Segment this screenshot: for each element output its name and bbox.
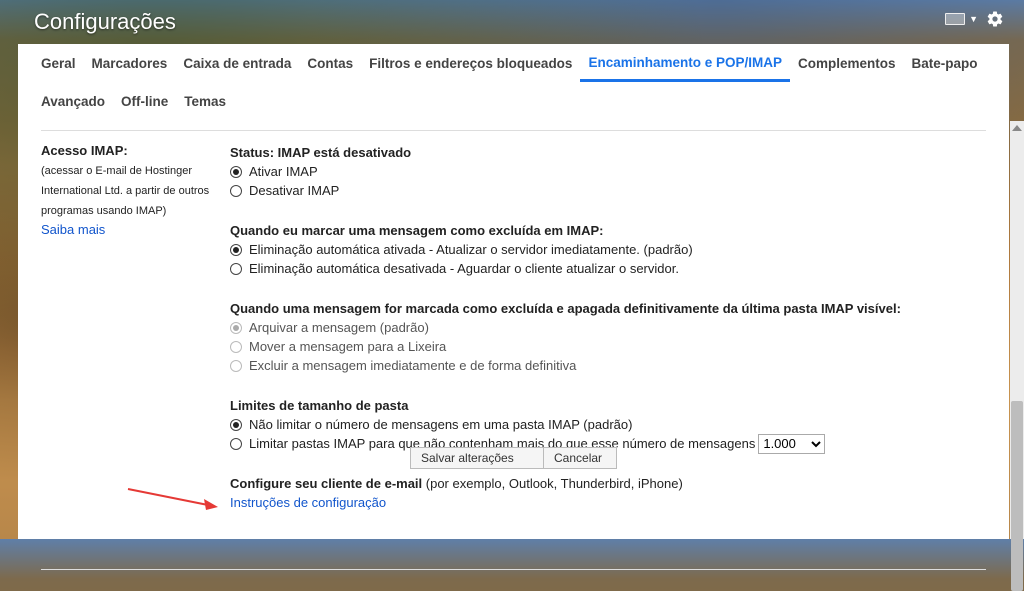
archive-label: Arquivar a mensagem (padrão) xyxy=(249,320,429,335)
learn-more-link[interactable]: Saiba mais xyxy=(41,221,236,238)
trash-label: Mover a mensagem para a Lixeira xyxy=(249,339,447,354)
folder-limits-title: Limites de tamanho de pasta xyxy=(230,398,409,413)
client-config-title: Configure seu cliente de e-mail xyxy=(230,476,423,491)
auto-expunge-off-label: Eliminação automática desativada - Aguar… xyxy=(249,261,679,276)
limit-radio[interactable] xyxy=(230,437,242,450)
imap-access-label: Acesso IMAP: xyxy=(41,143,128,158)
client-config: Configure seu cliente de e-mail (por exe… xyxy=(230,474,990,493)
limit-select[interactable]: 1.000 xyxy=(758,433,826,454)
tab-row-1: Geral Marcadores Caixa de entrada Contas… xyxy=(18,44,986,82)
scrollbar[interactable] xyxy=(1010,121,1024,591)
auto-expunge-off-option[interactable]: Eliminação automática desativada - Aguar… xyxy=(230,259,990,278)
trash-option: Mover a mensagem para a Lixeira xyxy=(230,337,990,356)
imap-settings: Acesso IMAP: (acessar o E-mail de Hostin… xyxy=(18,131,1009,570)
status-title: Status: IMAP está desativado xyxy=(230,145,412,160)
tab-encaminhamento-pop-imap[interactable]: Encaminhamento e POP/IMAP xyxy=(580,44,790,82)
disable-imap-label: Desativar IMAP xyxy=(249,183,340,198)
auto-expunge-off-radio[interactable] xyxy=(230,262,242,275)
delete-forever-option: Excluir a mensagem imediatamente e de fo… xyxy=(230,356,990,375)
imap-access-section: Acesso IMAP: (acessar o E-mail de Hostin… xyxy=(41,143,236,238)
bottom-divider xyxy=(41,569,986,570)
scrollbar-thumb[interactable] xyxy=(1011,401,1023,591)
tab-off-line[interactable]: Off-line xyxy=(113,82,176,120)
no-limit-radio[interactable] xyxy=(230,418,242,431)
no-limit-option[interactable]: Não limitar o número de mensagens em uma… xyxy=(230,415,990,434)
tab-row-2: Avançado Off-line Temas xyxy=(18,82,234,120)
imap-access-desc-3: programas usando IMAP) xyxy=(41,205,167,217)
tab-filtros[interactable]: Filtros e endereços bloqueados xyxy=(361,44,580,82)
client-config-examples: (por exemplo, Outlook, Thunderbird, iPho… xyxy=(422,476,683,491)
tab-temas[interactable]: Temas xyxy=(176,82,234,120)
disable-imap-option[interactable]: Desativar IMAP xyxy=(230,181,990,200)
trash-radio xyxy=(230,340,242,353)
auto-expunge-on-label: Eliminação automática ativada - Atualiza… xyxy=(249,242,693,257)
page-title: Configurações xyxy=(34,9,176,34)
cancel-button[interactable]: Cancelar xyxy=(543,447,617,469)
tab-marcadores[interactable]: Marcadores xyxy=(84,44,176,82)
top-icons: ▼ xyxy=(945,10,1004,28)
scroll-up-icon[interactable] xyxy=(1012,125,1022,131)
tab-caixa-de-entrada[interactable]: Caixa de entrada xyxy=(175,44,299,82)
delete-forever-radio xyxy=(230,359,242,372)
setup-instructions-link[interactable]: Instruções de configuração xyxy=(230,493,990,512)
imap-access-desc-1: (acessar o E-mail de Hostinger xyxy=(41,165,193,177)
delete-forever-label: Excluir a mensagem imediatamente e de fo… xyxy=(249,358,577,373)
expunge-title: Quando eu marcar uma mensagem como exclu… xyxy=(230,223,604,238)
chevron-down-icon[interactable]: ▼ xyxy=(969,14,978,24)
tab-contas[interactable]: Contas xyxy=(299,44,361,82)
deleted-title: Quando uma mensagem for marcada como exc… xyxy=(230,301,901,316)
tab-geral[interactable]: Geral xyxy=(18,44,84,82)
enable-imap-label: Ativar IMAP xyxy=(249,164,318,179)
auto-expunge-on-radio[interactable] xyxy=(230,243,242,256)
imap-access-desc-2: International Ltd. a partir de outros xyxy=(41,185,210,197)
tab-avancado[interactable]: Avançado xyxy=(18,82,113,120)
red-arrow-icon xyxy=(127,488,218,510)
enable-imap-radio[interactable] xyxy=(230,165,242,178)
keyboard-icon[interactable] xyxy=(945,13,966,25)
no-limit-label: Não limitar o número de mensagens em uma… xyxy=(249,417,633,432)
tab-bate-papo[interactable]: Bate-papo xyxy=(904,44,986,82)
tab-complementos[interactable]: Complementos xyxy=(790,44,904,82)
gear-icon[interactable] xyxy=(986,10,1004,28)
disable-imap-radio[interactable] xyxy=(230,184,242,197)
archive-radio xyxy=(230,321,242,334)
archive-option: Arquivar a mensagem (padrão) xyxy=(230,318,990,337)
enable-imap-option[interactable]: Ativar IMAP xyxy=(230,162,990,181)
save-button[interactable]: Salvar alterações xyxy=(410,447,545,469)
auto-expunge-on-option[interactable]: Eliminação automática ativada - Atualiza… xyxy=(230,240,990,259)
